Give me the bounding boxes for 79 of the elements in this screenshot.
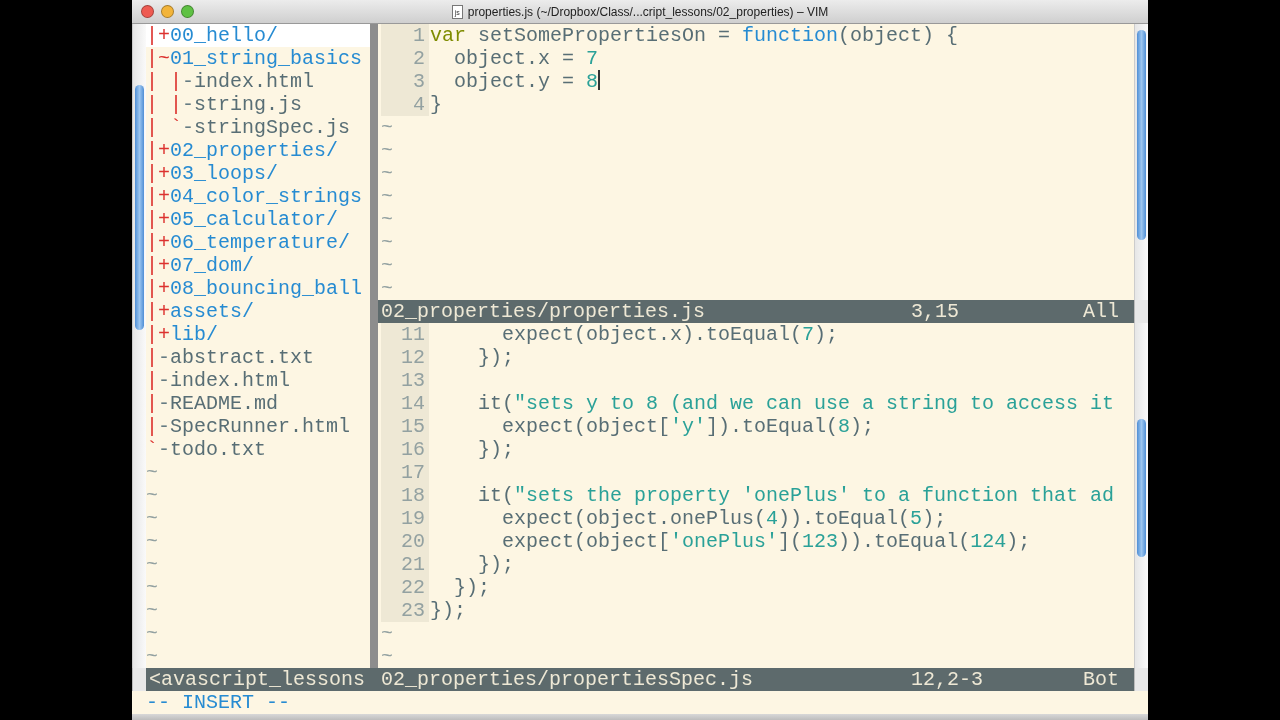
empty-line-marker: ~ <box>146 599 158 622</box>
code-line: }); <box>477 346 514 369</box>
empty-line-marker: ~ <box>146 484 158 507</box>
text-cursor <box>598 70 601 90</box>
empty-line-marker: ~ <box>381 185 393 208</box>
tree-item[interactable]: |-abstract.txt <box>146 346 370 369</box>
empty-line-marker: ~ <box>146 461 158 484</box>
empty-line-marker: ~ <box>381 231 393 254</box>
code-line: }); <box>477 438 514 461</box>
code-line: object.x = 7 <box>453 47 599 70</box>
empty-line-marker: ~ <box>381 162 393 185</box>
line-number: 18 <box>381 484 429 507</box>
scrollbar[interactable] <box>132 24 146 668</box>
tree-item[interactable]: |-SpecRunner.html <box>146 415 370 438</box>
empty-line-marker: ~ <box>146 507 158 530</box>
scrollbar[interactable] <box>1134 24 1148 300</box>
empty-line-marker: ~ <box>381 645 393 668</box>
line-number: 14 <box>381 392 429 415</box>
tree-item[interactable]: |-README.md <box>146 392 370 415</box>
minimize-button[interactable] <box>161 5 174 18</box>
code-line: }); <box>477 553 514 576</box>
tree-item[interactable]: |+05_calculator/ <box>146 208 370 231</box>
line-number: 16 <box>381 438 429 461</box>
tree-item[interactable]: |+00_hello/ <box>146 24 370 47</box>
code-line: it("sets the property 'onePlus' to a function that ad <box>477 484 1115 507</box>
empty-line-marker: ~ <box>146 622 158 645</box>
line-number: 3 <box>381 70 429 93</box>
line-number: 4 <box>381 93 429 116</box>
window-title: properties.js (~/Dropbox/Class/...cript_lessons/02_properties) – VIM <box>467 4 829 19</box>
line-number: 22 <box>381 576 429 599</box>
line-number: 21 <box>381 553 429 576</box>
line-number: 12 <box>381 346 429 369</box>
line-number: 1 <box>381 24 429 47</box>
line-number: 13 <box>381 369 429 392</box>
line-number: 17 <box>381 461 429 484</box>
tree-item[interactable]: |+lib/ <box>146 323 370 346</box>
empty-line-marker: ~ <box>146 530 158 553</box>
code-line: expect(object['y']).toEqual(8); <box>501 415 875 438</box>
line-number: 19 <box>381 507 429 530</box>
code-line: object.y = 8 <box>453 70 601 93</box>
line-number: 23 <box>381 599 429 622</box>
empty-line-marker: ~ <box>381 622 393 645</box>
tree-item[interactable]: |-index.html <box>146 369 370 392</box>
line-number: 20 <box>381 530 429 553</box>
code-line: expect(object.onePlus(4)).toEqual(5); <box>501 507 947 530</box>
empty-line-marker: ~ <box>381 208 393 231</box>
tree-item[interactable]: |+02_properties/ <box>146 139 370 162</box>
tree-item[interactable]: |+assets/ <box>146 300 370 323</box>
code-line: expect(object.x).toEqual(7); <box>501 323 839 346</box>
zoom-button[interactable] <box>181 5 194 18</box>
code-line: it("sets y to 8 (and we can use a string to access it <box>477 392 1115 415</box>
code-line: expect(object['onePlus'](123)).toEqual(124); <box>501 530 1031 553</box>
tree-item[interactable]: |+04_color_strings <box>146 185 370 208</box>
command-line: -- INSERT -- <box>145 691 292 714</box>
empty-line-marker: ~ <box>381 277 393 300</box>
tree-item[interactable]: `-todo.txt <box>146 438 370 461</box>
close-button[interactable] <box>141 5 154 18</box>
tree-item[interactable]: |+07_dom/ <box>146 254 370 277</box>
tree-item[interactable]: | |-string.js <box>146 93 370 116</box>
code-line: } <box>429 93 442 116</box>
empty-line-marker: ~ <box>381 139 393 162</box>
line-number: 2 <box>381 47 429 70</box>
code-line: }); <box>453 576 490 599</box>
tree-item[interactable]: |~01_string_basics <box>146 47 370 70</box>
empty-line-marker: ~ <box>146 553 158 576</box>
empty-line-marker: ~ <box>381 254 393 277</box>
code-line: }); <box>429 599 466 622</box>
line-number: 15 <box>381 415 429 438</box>
tree-item[interactable]: |+08_bouncing_ball <box>146 277 370 300</box>
tree-item[interactable]: | |-index.html <box>146 70 370 93</box>
tree-item[interactable]: | `-stringSpec.js <box>146 116 370 139</box>
empty-line-marker: ~ <box>381 116 393 139</box>
empty-line-marker: ~ <box>146 645 158 668</box>
scrollbar[interactable] <box>1134 323 1148 668</box>
line-number: 11 <box>381 323 429 346</box>
empty-line-marker: ~ <box>146 576 158 599</box>
code-line: var setSomePropertiesOn = function(object) { <box>429 24 959 47</box>
tree-item[interactable]: |+06_temperature/ <box>146 231 370 254</box>
tree-item[interactable]: |+03_loops/ <box>146 162 370 185</box>
